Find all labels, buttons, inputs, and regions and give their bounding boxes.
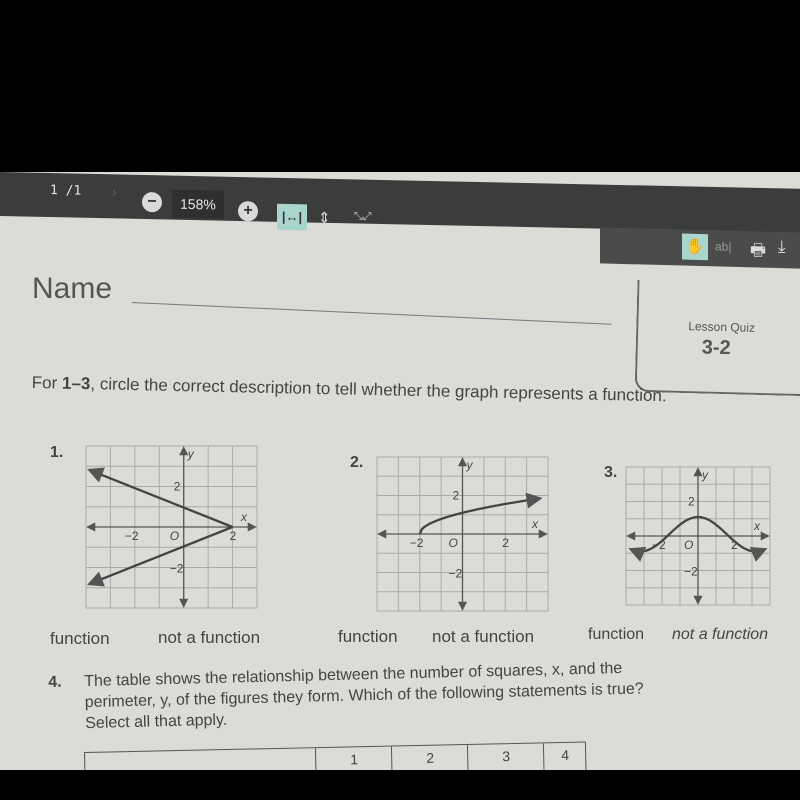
question-2-number: 2. [350,454,364,471]
x-tick-label: −2 [125,529,139,543]
y-axis-label: y [187,447,195,461]
hand-tool-icon[interactable]: ✋ [682,233,708,261]
tools-toolbar: ✋ ab| 🖶 ⤓ [600,227,800,269]
zoom-in-icon[interactable]: + [238,200,258,222]
question-4: 4. The table shows the relationship betw… [48,657,669,735]
print-icon[interactable]: 🖶 [750,237,766,266]
instr-bold: 1–3 [61,373,91,394]
download-icon[interactable]: ⤓ [778,237,786,257]
x-axis-label: x [240,510,248,524]
y-tick-label: 2 [174,480,181,494]
origin-label: O [170,529,179,543]
q1-choice-function[interactable]: function [50,629,110,649]
instr-prefix: For [31,372,63,393]
table-header-cell: 1 [314,746,393,770]
text-select-icon[interactable]: ab| [715,239,731,253]
fullscreen-icon[interactable]: ⤡⤢ [354,210,372,222]
graph-1: y x O −2 2 2 −2 [85,445,258,609]
table-header-cell: 4 [542,742,587,770]
q1-choice-not-a-function[interactable]: not a function [158,628,260,648]
question-4-number: 4. [48,673,62,691]
x-axis-label: x [753,519,761,533]
x-tick-label: −2 [410,536,424,550]
table-header-cell: 2 [390,744,469,770]
name-label: Name [32,272,113,305]
origin-label: O [449,536,458,550]
data-table: 1 2 3 4 [84,741,587,770]
function-curve [87,525,233,587]
y-tick-label: −2 [449,567,463,581]
zoom-level[interactable]: 158% [172,189,224,219]
y-tick-label: 2 [688,495,695,509]
next-page-icon[interactable]: › [112,183,117,199]
lesson-quiz-number: 3-2 [701,336,731,360]
graph-3: yxO−2 22−2 [625,466,771,606]
q3-choice-not-a-function[interactable]: not a function [672,626,768,644]
x-tick-label: 2 [230,529,237,543]
function-curve [418,492,543,535]
x-axis-label: x [531,517,539,531]
zoom-out-icon[interactable]: − [142,191,162,213]
question-3-number: 3. [604,464,618,481]
y-tick-label: 2 [453,489,460,503]
instr-rest: , circle the correct description to tell… [90,374,667,406]
fit-width-icon[interactable]: |↔| [277,203,307,231]
instructions: For 1–3, circle the correct description … [32,372,692,407]
y-axis-label: y [701,468,709,482]
page-indicator: 1 /1 [50,183,82,199]
origin-label: O [684,538,693,552]
name-field-line [131,302,612,325]
fit-height-icon[interactable]: ⇕ [318,209,331,227]
table-header-cell: 3 [466,743,545,770]
y-tick-label: −2 [170,562,184,576]
q2-choice-not-a-function[interactable]: not a function [432,627,534,647]
question-4-text: The table shows the relationship between… [84,659,644,733]
y-tick-label: −2 [684,565,698,579]
function-curve [87,467,233,529]
q2-choice-function[interactable]: function [338,627,398,647]
question-1-number: 1. [50,444,64,461]
graph-2: y x O −2 2 2 −2 [376,456,549,612]
pdf-viewer: Name Lesson Quiz 3-2 For 1–3, circle the… [0,172,800,770]
y-axis-label: y [466,458,474,472]
x-tick-label: 2 [502,536,509,550]
q3-choice-function[interactable]: function [588,626,644,644]
lesson-quiz-box: Lesson Quiz 3-2 [634,279,800,397]
lesson-quiz-label: Lesson Quiz [688,319,756,335]
